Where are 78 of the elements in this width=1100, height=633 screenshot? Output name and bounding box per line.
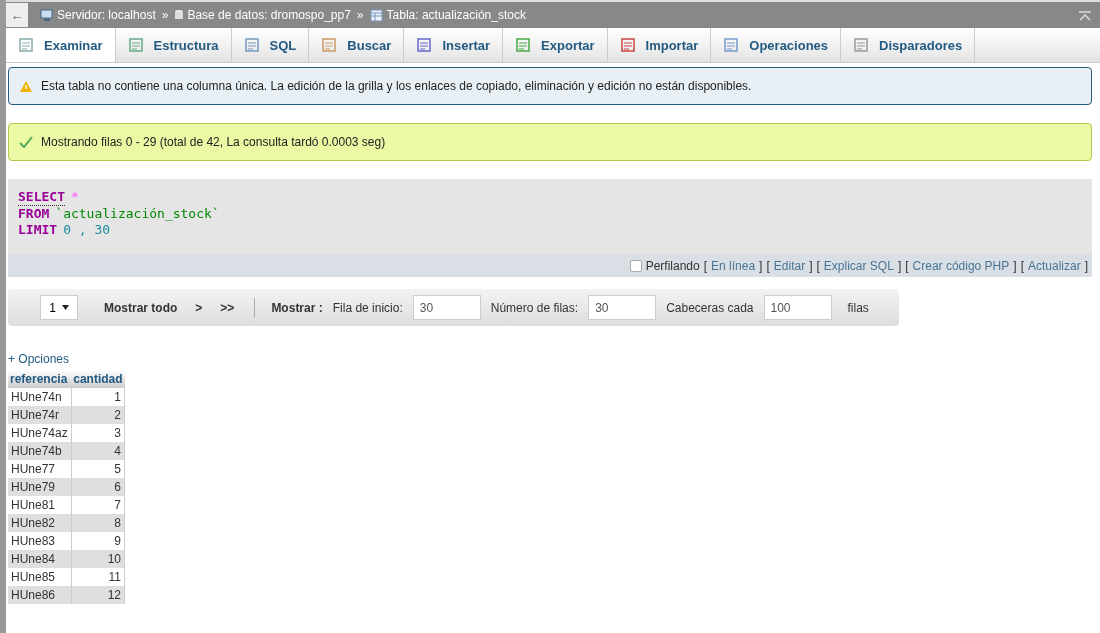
show-label: Mostrar : (271, 300, 323, 315)
bracket: [ (766, 258, 770, 273)
tab[interactable]: Estructura (115, 28, 232, 62)
bracket: ] (1013, 258, 1017, 273)
bracket: [ (703, 258, 708, 273)
input-field[interactable]: 30 (412, 295, 481, 320)
sql-keyword[interactable]: SELECT (18, 189, 65, 206)
tab[interactable]: Disparadores (841, 28, 976, 62)
table-cell: 5 (71, 460, 125, 478)
rows-suffix: filas (847, 300, 869, 315)
sql-operator: * (70, 189, 79, 206)
table-cell: 1 (71, 388, 125, 406)
tab[interactable]: Buscar (309, 28, 405, 62)
start-row-label: Fila de inicio: (332, 300, 403, 315)
table-cell: HUne74n (8, 388, 72, 406)
tab[interactable]: Insertar (404, 28, 504, 62)
query-link[interactable]: Crear código PHP (912, 258, 1010, 273)
table-cell: HUne83 (8, 532, 72, 550)
sql-string: `actualización_stock` (55, 206, 220, 222)
table-cell: HUne74r (8, 406, 72, 424)
show-all-button[interactable]: Mostrar todo (100, 300, 182, 315)
table-cell: 11 (71, 568, 125, 586)
bracket: [ (905, 258, 909, 273)
bracket: ] (809, 258, 813, 273)
table-cell: HUne84 (8, 550, 72, 568)
table-cell: 6 (71, 478, 125, 496)
table-cell: 4 (71, 442, 125, 460)
page-select[interactable]: 1 (40, 295, 78, 320)
query-link[interactable]: En línea (711, 258, 756, 273)
options-link[interactable]: + Opciones (8, 352, 70, 366)
table-cell: HUne79 (8, 478, 72, 496)
tab[interactable]: Exportar (503, 28, 608, 62)
profiling-label: Perfilando (645, 258, 700, 273)
input-field[interactable]: 100 (763, 295, 832, 320)
last-button[interactable]: >> (216, 300, 239, 315)
notice-text: Esta tabla no contiene una columna única. La edición de la grilla y los enlaces de copiado, eliminación y edición no están disponibles. (41, 79, 752, 93)
breadcrumb-link[interactable]: Tabla: actualización_stock (386, 8, 526, 22)
bracket: [ (1020, 258, 1024, 273)
bracket: [ (816, 258, 820, 273)
table-cell: 12 (71, 586, 125, 604)
table-cell: 2 (71, 406, 125, 424)
query-link[interactable]: Explicar SQL (823, 258, 894, 273)
breadcrumb-separator: » (161, 8, 169, 22)
column-header[interactable]: cantidad (71, 370, 125, 388)
table-cell: 8 (71, 514, 125, 532)
row-count-label: Número de filas: (490, 300, 579, 315)
sql-keyword: LIMIT (18, 222, 58, 238)
query-link[interactable]: Editar (773, 258, 806, 273)
breadcrumb-link[interactable]: Servidor: localhost (57, 8, 156, 22)
table-cell: 7 (71, 496, 125, 514)
table-cell: HUne81 (8, 496, 72, 514)
tab[interactable]: Examinar (6, 28, 116, 62)
breadcrumb-separator: » (356, 8, 364, 22)
table-cell: 3 (71, 424, 125, 442)
table-cell: HUne74az (8, 424, 72, 442)
breadcrumb-link[interactable]: Base de datos: dromospo_pp7 (187, 8, 351, 22)
sql-keyword: FROM (18, 206, 50, 222)
back-button[interactable]: ← (6, 3, 28, 27)
bracket: ] (759, 258, 763, 273)
table-cell: HUne82 (8, 514, 72, 532)
table-cell: HUne85 (8, 568, 72, 586)
table-cell: HUne74b (8, 442, 72, 460)
table-cell: 10 (71, 550, 125, 568)
table-cell: HUne86 (8, 586, 72, 604)
column-header[interactable]: referencia (8, 370, 72, 388)
next-button[interactable]: > (191, 300, 207, 315)
tab[interactable]: SQL (231, 28, 310, 62)
success-text: Mostrando filas 0 - 29 (total de 42, La consulta tardó 0.0003 seg) (41, 135, 386, 149)
tab[interactable]: Operaciones (711, 28, 842, 62)
table-cell: HUne77 (8, 460, 72, 478)
sql-number: 0 , 30 (63, 222, 111, 238)
query-link[interactable]: Actualizar (1027, 258, 1081, 273)
input-field[interactable]: 30 (588, 295, 657, 320)
headers-label: Cabeceras cada (666, 300, 754, 315)
table-cell: 9 (71, 532, 125, 550)
bracket: ] (897, 258, 902, 273)
tab[interactable]: Importar (607, 28, 712, 62)
bracket: ] (1084, 258, 1088, 273)
